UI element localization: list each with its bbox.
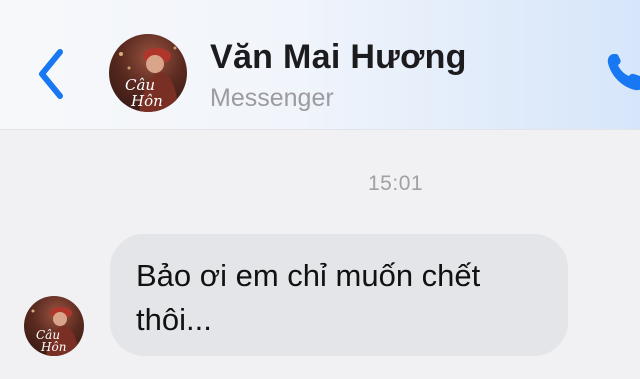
chevron-left-icon — [39, 49, 63, 99]
contact-subtitle: Messenger — [210, 84, 334, 112]
avatar-caption-2: Hôn — [130, 92, 163, 110]
contact-avatar[interactable]: Câu Hôn — [109, 34, 187, 112]
sender-avatar-caption-2: Hôn — [40, 340, 66, 354]
phone-icon — [607, 54, 640, 91]
message-timestamp: 15:01 — [368, 172, 424, 195]
back-button[interactable] — [30, 44, 74, 104]
message-text: Bảo ơi em chỉ muốn chết thôi... — [136, 258, 481, 337]
call-button[interactable] — [604, 50, 640, 94]
chat-header: Câu Hôn Văn Mai Hương Messenger — [0, 0, 640, 130]
sender-avatar[interactable]: Câu Hôn — [24, 296, 84, 356]
message-bubble[interactable]: Bảo ơi em chỉ muốn chết thôi... — [110, 234, 568, 356]
contact-name[interactable]: Văn Mai Hương — [210, 38, 467, 77]
